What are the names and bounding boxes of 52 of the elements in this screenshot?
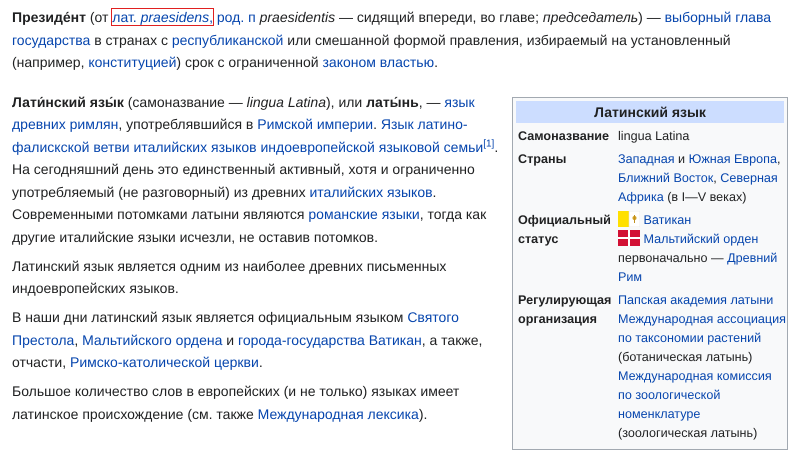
link[interactable]: Ближний Восток <box>618 170 714 184</box>
link[interactable]: Международная комиссия <box>618 368 772 382</box>
link[interactable]: Престола <box>12 332 74 348</box>
link[interactable]: Древний <box>727 250 778 264</box>
link[interactable]: Римско-католической церкви <box>70 354 259 370</box>
link[interactable]: италийских языков <box>309 184 433 200</box>
link[interactable]: Международная лексика <box>258 406 419 422</box>
row-label: Страны <box>517 150 568 168</box>
link[interactable]: Ватикан <box>644 212 692 226</box>
link[interactable]: Мальтийский орден <box>644 232 758 246</box>
row-label: Самоназвание <box>517 128 610 144</box>
link[interactable]: язык <box>444 94 475 110</box>
link[interactable]: Язык латино- <box>380 116 468 132</box>
link[interactable]: Северная <box>720 170 778 184</box>
link[interactable]: Папская академия латыни <box>618 292 774 306</box>
row-value: Западная и Южная Европа, Ближний Восток, Северная Африка (в I—V веках) <box>618 150 782 206</box>
link[interactable]: романские языки <box>308 206 420 222</box>
highlighted-link[interactable]: лат. praesidens, <box>112 9 213 25</box>
link[interactable]: древних римлян <box>12 116 118 132</box>
link[interactable]: законом властью <box>322 54 434 70</box>
link[interactable]: номенклатуре <box>618 406 700 420</box>
link[interactable]: государства <box>12 32 90 48</box>
row-value: Папская академия латыни Международная ассоциация по таксономии растений (ботаническая латынь) Международная комиссия по зоологической номенклатуре (зоологическая латынь) <box>618 292 786 442</box>
link[interactable]: Рим <box>618 270 642 284</box>
flag-icon <box>618 210 640 226</box>
row-value: Ватикан Мальтийский орден первоначально — Древний Рим <box>618 210 778 286</box>
link[interactable]: Африка <box>618 190 664 204</box>
paragraph: Большое количество слов в европейских (и не только) языках имеет латинское происхождение (см. также Международная лексика). <box>12 382 460 424</box>
link[interactable]: конституцией <box>88 54 176 70</box>
link[interactable]: Международная ассоциация <box>618 312 786 326</box>
link[interactable]: по таксономии растений <box>618 330 762 344</box>
link[interactable]: города-государства Ватикан <box>238 332 422 348</box>
flag-icon <box>618 230 640 246</box>
row-label: Регулирующая организация <box>517 292 612 328</box>
link[interactable]: Западная <box>618 152 675 166</box>
infobox-title: Латинский язык <box>516 100 784 122</box>
link[interactable]: по зоологической <box>618 388 720 402</box>
paragraph: Латинский язык является одним из наиболее древних письменных индоевропейских языков. <box>12 256 448 298</box>
link[interactable]: Святого <box>407 309 459 325</box>
link[interactable]: выборный глава <box>664 9 772 25</box>
row-label: Официальный статус <box>517 212 612 248</box>
footnote-link[interactable]: [1] <box>483 138 494 149</box>
link[interactable]: Мальтийского ордена <box>82 332 222 348</box>
link[interactable]: фалискской ветви италийских языков индоевропейской языковой семьи <box>12 138 484 154</box>
link[interactable]: республиканской <box>172 32 284 48</box>
link[interactable]: Южная Европа <box>688 152 777 166</box>
paragraph: В наши дни латинский язык является официальным языком Святого Престола, Мальтийского ордена и города-государства Ватикан, а также, отчасти, Римско-католической церкви. <box>12 308 484 372</box>
row-value: lingua Latina <box>618 128 690 145</box>
link[interactable]: род. п <box>216 9 256 25</box>
paragraph: Президе́нт (от лат. praesidens, род. п praesidentis — сидящий впереди, во главе; председатель) — выборный глава государства в странах с республиканской или смешанной формой правления, избираемый на установленный (например, конституцией) срок с ограниченной законом властью. <box>12 8 772 72</box>
link[interactable]: Римской империи <box>257 116 374 132</box>
paragraph: Лати́нский язы́к (самоназвание — lingua Latina), или латы́нь, — язык древних римлян, употреблявшийся в Римской империи. Язык латино- фалискской ветви италийских языков индоевропейской языковой семьи$^{[1]}$. На сегодняшний день это единственный активный, хотя и ограниченно употребляемый (не разговорный) из древних италийских языков. Современными потомками латыни являются романские языки, тогда как другие италийские языки исчезли, не оставив потомков. <box>12 92 500 247</box>
